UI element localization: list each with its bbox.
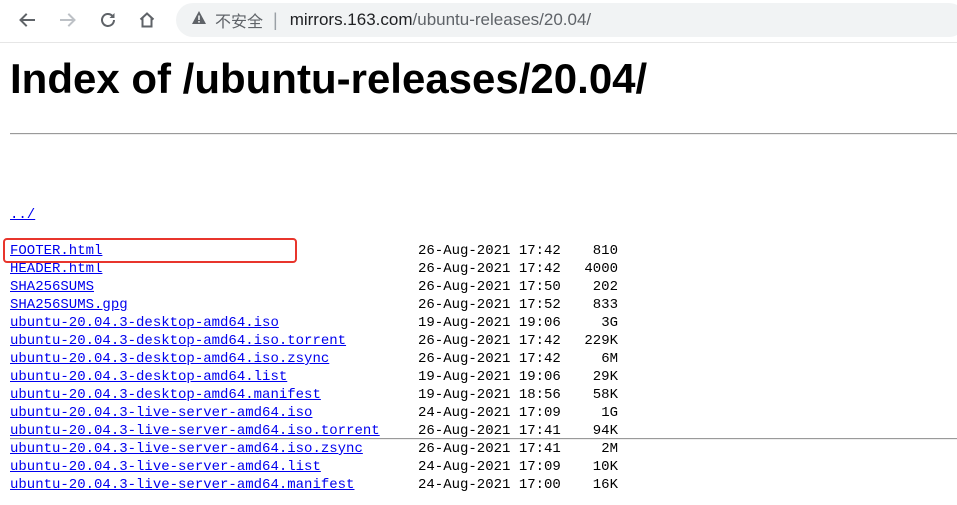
file-link[interactable]: ubuntu-20.04.3-live-server-amd64.manifes…	[10, 476, 354, 494]
file-size: 16K	[592, 477, 618, 493]
page-title: Index of /ubuntu-releases/20.04/	[10, 55, 648, 102]
url-host: mirrors.163.com	[289, 10, 413, 29]
file-date: 19-Aug-2021 18:56	[418, 387, 561, 403]
file-date: 26-Aug-2021 17:52	[418, 297, 561, 313]
security-label: 不安全	[215, 14, 264, 31]
file-link[interactable]: ubuntu-20.04.3-desktop-amd64.iso.zsync	[10, 350, 329, 368]
file-row: ubuntu-20.04.3-live-server-amd64.iso.zsy…	[10, 440, 618, 458]
file-row: SHA256SUMS 26-Aug-2021 17:50 202	[10, 278, 618, 296]
top-divider	[10, 133, 957, 135]
file-date: 24-Aug-2021 17:00	[418, 477, 561, 493]
file-size: 6M	[601, 351, 618, 367]
file-link[interactable]: ubuntu-20.04.3-desktop-amd64.manifest	[10, 386, 321, 404]
file-row: ubuntu-20.04.3-desktop-amd64.iso.torrent…	[10, 332, 618, 350]
file-link[interactable]: SHA256SUMS	[10, 278, 94, 296]
forward-arrow-icon[interactable]	[55, 7, 81, 33]
file-row: ubuntu-20.04.3-desktop-amd64.iso.zsync 26…	[10, 350, 618, 368]
parent-row: ../	[10, 188, 44, 223]
file-size: 229K	[584, 333, 618, 349]
file-row: ubuntu-20.04.3-desktop-amd64.list 19-Aug-…	[10, 368, 618, 386]
file-row: FOOTER.html 26-Aug-2021 17:42 810	[10, 242, 618, 260]
file-link[interactable]: ubuntu-20.04.3-live-server-amd64.list	[10, 458, 321, 476]
url-text[interactable]: mirrors.163.com/ubuntu-releases/20.04/	[290, 10, 591, 30]
file-date: 19-Aug-2021 19:06	[418, 315, 561, 331]
file-size: 3G	[601, 315, 618, 331]
reload-icon[interactable]	[95, 7, 121, 33]
url-separator: |	[273, 9, 278, 30]
file-date: 26-Aug-2021 17:50	[418, 279, 561, 295]
security-indicator[interactable]: 不安全 |	[191, 8, 290, 32]
file-size: 58K	[592, 387, 618, 403]
file-size: 2M	[601, 441, 618, 457]
file-date: 26-Aug-2021 17:41	[418, 441, 561, 457]
file-size: 202	[592, 279, 618, 295]
file-date: 26-Aug-2021 17:42	[418, 261, 561, 277]
file-row: SHA256SUMS.gpg 26-Aug-2021 17:52 833	[10, 296, 618, 314]
file-size: 810	[592, 243, 618, 259]
file-link[interactable]: HEADER.html	[10, 260, 102, 278]
file-row: ubuntu-20.04.3-desktop-amd64.iso 19-Aug-2…	[10, 314, 618, 332]
file-date: 24-Aug-2021 17:09	[418, 459, 561, 475]
file-size: 4000	[584, 261, 618, 277]
file-row: ubuntu-20.04.3-live-server-amd64.iso 24-A…	[10, 404, 618, 422]
file-link[interactable]: ubuntu-20.04.3-live-server-amd64.iso	[10, 404, 312, 422]
file-date: 26-Aug-2021 17:42	[418, 243, 561, 259]
file-size: 1G	[601, 405, 618, 421]
back-arrow-icon[interactable]	[14, 7, 40, 33]
file-link[interactable]: ubuntu-20.04.3-live-server-amd64.iso.zsy…	[10, 440, 363, 458]
address-bar[interactable]: 不安全 | mirrors.163.com/ubuntu-releases/20…	[176, 3, 957, 37]
warning-triangle-icon	[191, 10, 207, 30]
file-date: 24-Aug-2021 17:09	[418, 405, 561, 421]
file-link[interactable]: ubuntu-20.04.3-desktop-amd64.list	[10, 368, 287, 386]
home-icon[interactable]	[134, 7, 160, 33]
file-size: 29K	[592, 369, 618, 385]
file-row: HEADER.html 26-Aug-2021 17:42 4000	[10, 260, 618, 278]
bottom-divider	[10, 438, 957, 440]
file-row: ubuntu-20.04.3-desktop-amd64.manifest 19-…	[10, 386, 618, 404]
file-date: 26-Aug-2021 17:42	[418, 333, 561, 349]
file-size: 833	[592, 297, 618, 313]
file-row: ubuntu-20.04.3-live-server-amd64.list 24-…	[10, 458, 618, 476]
file-size: 10K	[592, 459, 618, 475]
file-listing: ../ FOOTER.html 26-Aug-2021 17:42 810 HEADE…	[10, 152, 618, 505]
url-path: /ubuntu-releases/20.04/	[412, 10, 592, 29]
file-date: 19-Aug-2021 19:06	[418, 369, 561, 385]
file-link[interactable]: ubuntu-20.04.3-desktop-amd64.iso.torrent	[10, 332, 346, 350]
parent-directory-link[interactable]: ../	[10, 206, 35, 224]
file-link[interactable]: FOOTER.html	[10, 242, 102, 260]
file-row: ubuntu-20.04.3-live-server-amd64.manifes…	[10, 476, 618, 494]
file-date: 26-Aug-2021 17:42	[418, 351, 561, 367]
file-link[interactable]: SHA256SUMS.gpg	[10, 296, 128, 314]
file-link[interactable]: ubuntu-20.04.3-desktop-amd64.iso	[10, 314, 279, 332]
browser-toolbar: 不安全 | mirrors.163.com/ubuntu-releases/20…	[0, 0, 957, 43]
